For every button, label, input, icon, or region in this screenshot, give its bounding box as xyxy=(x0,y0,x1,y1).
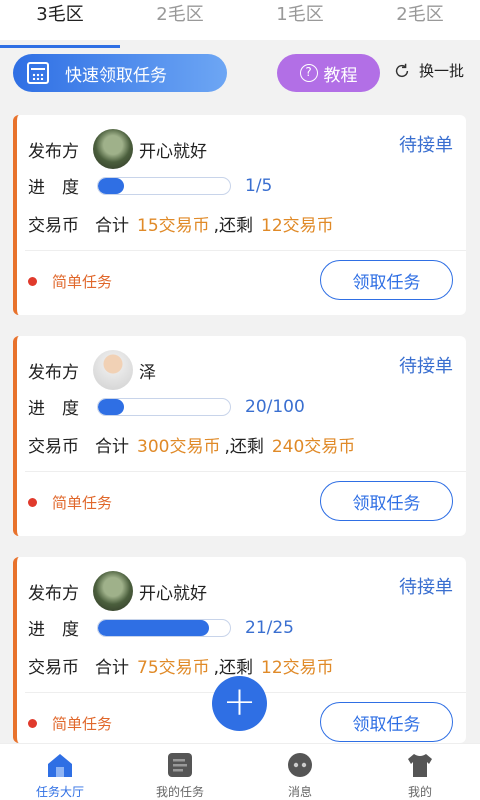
status-badge: 待接单 xyxy=(399,577,453,598)
total-value: 300交易币 xyxy=(137,437,221,457)
calendar-icon xyxy=(27,62,49,84)
tag-label: 简单任务 xyxy=(52,494,113,512)
action-bar: 快速领取任务 ? 教程 换一批 xyxy=(0,40,480,102)
task-tag: 简单任务 xyxy=(28,492,112,513)
nav-messages[interactable]: 消息 xyxy=(240,744,360,800)
currency-row: 交易币 合计 300交易币 ,还剩 240交易币 xyxy=(28,432,355,457)
progress-fill xyxy=(98,398,125,415)
status-badge: 待接单 xyxy=(399,356,453,377)
tag-label: 简单任务 xyxy=(52,273,113,291)
divider xyxy=(25,250,466,251)
progress-label: 进 度 xyxy=(28,620,79,640)
remaining-value: 12交易币 xyxy=(261,658,334,678)
total-label: 合计 xyxy=(95,658,129,678)
currency-label: 交易币 xyxy=(28,658,79,678)
nav-label: 我的 xyxy=(407,785,432,799)
quick-claim-label: 快速领取任务 xyxy=(65,65,167,86)
home-icon xyxy=(48,754,72,777)
task-card: 发布方 泽 待接单 进 度 20/100 交易币 合计 300交易币 ,还剩 2… xyxy=(13,336,466,536)
progress-fill xyxy=(98,177,125,194)
progress-bar xyxy=(97,397,231,416)
remaining-label: ,还剩 xyxy=(224,437,264,457)
nav-task-hall[interactable]: 任务大厅 xyxy=(0,744,120,800)
publisher-name: 开心就好 xyxy=(139,141,207,162)
claim-task-button[interactable]: 领取任务 xyxy=(320,481,453,521)
publisher-row: 发布方 泽 xyxy=(28,350,156,390)
publisher-name: 开心就好 xyxy=(139,583,207,604)
divider xyxy=(25,471,466,472)
publisher-name: 泽 xyxy=(139,362,156,383)
progress-row: 进 度 20/100 xyxy=(28,394,305,420)
task-tag: 简单任务 xyxy=(28,713,112,734)
avatar xyxy=(93,571,133,611)
publisher-label: 发布方 xyxy=(28,141,79,162)
task-tag: 简单任务 xyxy=(28,271,112,292)
total-label: 合计 xyxy=(95,216,129,236)
progress-bar xyxy=(97,618,231,637)
quick-claim-button[interactable]: 快速领取任务 xyxy=(13,54,227,92)
publisher-row: 发布方 开心就好 xyxy=(28,571,207,611)
remaining-value: 240交易币 xyxy=(271,437,356,457)
avatar xyxy=(93,129,133,169)
tutorial-label: 教程 xyxy=(323,65,358,86)
progress-label: 进 度 xyxy=(28,399,79,419)
dot-icon xyxy=(28,277,37,286)
task-list-icon xyxy=(168,753,192,777)
tutorial-button[interactable]: ? 教程 xyxy=(277,54,380,92)
remaining-value: 12交易币 xyxy=(261,216,334,236)
dot-icon xyxy=(28,498,37,507)
currency-row: 交易币 合计 75交易币 ,还剩 12交易币 xyxy=(28,653,334,678)
nav-my-tasks[interactable]: 我的任务 xyxy=(120,744,240,800)
progress-fill xyxy=(98,619,209,636)
claim-task-button[interactable]: 领取任务 xyxy=(320,260,453,300)
avatar xyxy=(93,350,133,390)
currency-row: 交易币 合计 15交易币 ,还剩 12交易币 xyxy=(28,211,334,236)
total-label: 合计 xyxy=(95,437,129,457)
progress-text: 21/25 xyxy=(245,617,294,638)
publisher-label: 发布方 xyxy=(28,583,79,604)
message-icon xyxy=(288,753,312,777)
currency-label: 交易币 xyxy=(28,437,79,457)
remaining-label: ,还剩 xyxy=(213,658,254,678)
nav-label: 任务大厅 xyxy=(35,785,84,799)
nav-mine[interactable]: 我的 xyxy=(360,744,480,800)
total-value: 15交易币 xyxy=(137,216,210,236)
progress-row: 进 度 21/25 xyxy=(28,615,294,641)
task-card: 发布方 开心就好 待接单 进 度 1/5 交易币 合计 15交易币 ,还剩 12… xyxy=(13,115,466,315)
claim-task-button[interactable]: 领取任务 xyxy=(320,702,453,742)
status-badge: 待接单 xyxy=(399,135,453,156)
nav-label: 消息 xyxy=(287,785,312,799)
refresh-button[interactable]: 换一批 xyxy=(393,60,464,81)
progress-text: 20/100 xyxy=(245,396,305,417)
refresh-icon xyxy=(395,63,409,77)
currency-label: 交易币 xyxy=(28,216,79,236)
shirt-icon xyxy=(408,754,432,777)
progress-bar xyxy=(97,176,231,195)
tab-1mao[interactable]: 1毛区 xyxy=(240,0,360,40)
publisher-label: 发布方 xyxy=(28,362,79,383)
tab-2mao[interactable]: 2毛区 xyxy=(120,0,240,40)
help-icon: ? xyxy=(299,64,318,82)
nav-label: 我的任务 xyxy=(155,785,204,799)
total-value: 75交易币 xyxy=(137,658,210,678)
progress-row: 进 度 1/5 xyxy=(28,173,273,199)
refresh-label: 换一批 xyxy=(419,62,465,80)
progress-label: 进 度 xyxy=(28,178,79,198)
publisher-row: 发布方 开心就好 xyxy=(28,129,207,169)
bottom-nav: 任务大厅 我的任务 消息 我的 xyxy=(0,743,480,800)
remaining-label: ,还剩 xyxy=(213,216,254,236)
tag-label: 简单任务 xyxy=(52,715,113,733)
tab-3mao[interactable]: 3毛区 xyxy=(0,0,120,48)
progress-text: 1/5 xyxy=(245,175,273,196)
tab-2mao-b[interactable]: 2毛区 xyxy=(360,0,480,40)
add-task-button[interactable]: + xyxy=(212,676,267,731)
top-tabs: 3毛区 2毛区 1毛区 2毛区 xyxy=(0,0,480,48)
dot-icon xyxy=(28,719,37,728)
